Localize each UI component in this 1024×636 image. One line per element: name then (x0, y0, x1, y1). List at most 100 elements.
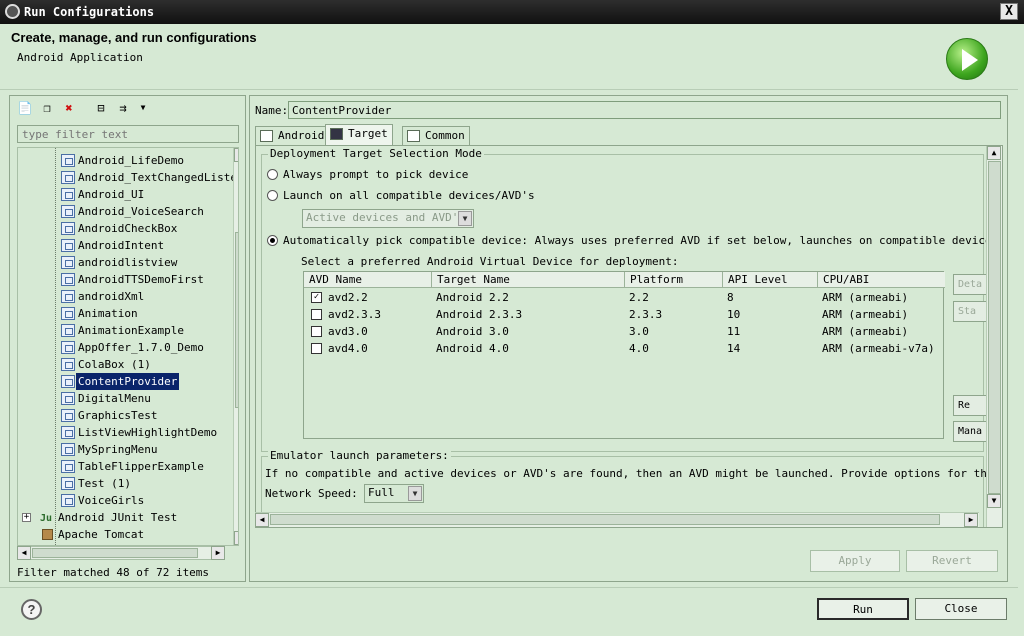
target-horizontal-scrollbar[interactable]: ◀ ▶ (255, 512, 979, 527)
tree-item[interactable]: Android_TextChangedListe (18, 169, 237, 186)
scroll-up-arrow-icon[interactable]: ▲ (234, 148, 238, 162)
scroll-right-arrow-icon[interactable]: ▶ (211, 546, 225, 560)
tree-item[interactable]: ContentProvider (18, 373, 228, 390)
tree-item[interactable]: ColaBox (1) (18, 356, 228, 373)
target-hscroll-thumb[interactable] (270, 514, 940, 525)
table-row[interactable]: ✓ avd2.2 Android 2.2 2.2 8 ARM (armeabi) (304, 289, 945, 306)
launch-config-icon (61, 392, 75, 405)
tree-item[interactable]: MySpringMenu (18, 441, 228, 458)
avd-checkbox[interactable] (311, 343, 322, 354)
tree-item[interactable]: Android_UI (18, 186, 228, 203)
table-row[interactable]: avd4.0 Android 4.0 4.0 14 ARM (armeabi-v7a) (304, 340, 945, 357)
tree-hscroll-thumb[interactable] (32, 548, 198, 558)
scroll-up-arrow-icon[interactable]: ▲ (987, 146, 1001, 160)
filter-icon[interactable]: ⇉ (114, 100, 132, 116)
column-platform[interactable]: Platform (625, 272, 723, 288)
scroll-down-arrow-icon[interactable]: ▼ (234, 531, 238, 545)
tree-horizontal-scrollbar[interactable]: ◀ ▶ (17, 546, 225, 560)
tree-item[interactable]: Android_LifeDemo (18, 152, 228, 169)
speed-chevron-down-icon[interactable]: ▼ (408, 486, 422, 501)
network-speed-combo[interactable]: Full ▼ (364, 484, 424, 503)
tab-common[interactable]: Common (402, 126, 470, 145)
tree-item[interactable]: androidXml (18, 288, 228, 305)
name-input[interactable] (288, 101, 1001, 119)
tree-item[interactable]: TableFlipperExample (18, 458, 228, 475)
tree-item[interactable]: AndroidCheckBox (18, 220, 228, 237)
tree-item-label: androidlistview (78, 256, 178, 269)
avd-checkbox[interactable] (311, 326, 322, 337)
window-close-button[interactable]: X (1000, 3, 1018, 20)
tree-item[interactable]: AndroidTTSDemoFirst (18, 271, 228, 288)
table-cell: 4.0 (629, 342, 649, 355)
revert-button[interactable]: Revert (906, 550, 998, 572)
avd-table: AVD Name Target Name Platform API Level … (303, 271, 945, 439)
launch-config-icon (61, 256, 75, 269)
tomcat-icon (42, 529, 53, 540)
table-cell: avd2.3.3 (328, 308, 381, 321)
apply-button[interactable]: Apply (810, 550, 900, 572)
refresh-button[interactable]: Re (953, 395, 987, 416)
duplicate-icon[interactable]: ❐ (38, 100, 56, 116)
tree-item[interactable]: ListViewHighlightDemo (18, 424, 228, 441)
filter-menu-chevron-down-icon[interactable]: ▼ (134, 100, 152, 116)
tree-item[interactable]: DigitalMenu (18, 390, 228, 407)
table-row[interactable]: avd3.0 Android 3.0 3.0 11 ARM (armeabi) (304, 323, 945, 340)
scroll-left-arrow-icon[interactable]: ◀ (255, 513, 269, 527)
table-cell: Android 2.3.3 (436, 308, 523, 321)
tree-item[interactable]: AnimationExample (18, 322, 228, 339)
help-icon[interactable]: ? (21, 599, 42, 620)
column-avd-name[interactable]: AVD Name (304, 272, 432, 288)
launch-config-icon (61, 460, 75, 473)
filter-input[interactable] (17, 125, 239, 143)
avd-checkbox[interactable] (311, 309, 322, 320)
start-button[interactable]: Sta (953, 301, 987, 322)
launch-config-icon (61, 273, 75, 286)
manager-button[interactable]: Mana (953, 421, 987, 442)
scroll-left-arrow-icon[interactable]: ◀ (17, 546, 31, 560)
launch-config-icon (61, 324, 75, 337)
expand-plus-icon[interactable]: + (22, 513, 31, 522)
name-label: Name: (255, 104, 289, 117)
run-play-icon (946, 38, 988, 80)
radio-auto-pick[interactable] (267, 235, 278, 246)
target-scroll-thumb[interactable] (988, 161, 1001, 494)
table-row[interactable]: avd2.3.3 Android 2.3.3 2.3.3 10 ARM (armeabi… (304, 306, 945, 323)
tree-item[interactable]: VoiceGirls (18, 492, 228, 509)
close-button[interactable]: Close (915, 598, 1007, 620)
launch-config-icon (61, 409, 75, 422)
tree-item-label: Android_LifeDemo (78, 154, 184, 167)
delete-icon[interactable]: ✖ (60, 100, 78, 116)
tree-item[interactable]: GraphicsTest (18, 407, 228, 424)
scroll-right-arrow-icon[interactable]: ▶ (964, 513, 978, 527)
tab-android[interactable]: Android (255, 126, 330, 145)
column-cpu-abi[interactable]: CPU/ABI (818, 272, 945, 288)
tree-item[interactable]: AndroidIntent (18, 237, 228, 254)
tree-item-label: Test (1) (78, 477, 131, 490)
tree-item[interactable]: Test (1) (18, 475, 228, 492)
table-cell: 14 (727, 342, 741, 355)
combo-chevron-down-icon[interactable]: ▼ (458, 211, 472, 226)
column-target-name[interactable]: Target Name (432, 272, 625, 288)
radio-always-prompt[interactable] (267, 169, 278, 180)
target-vertical-scrollbar[interactable]: ▲ ▼ (986, 146, 1002, 527)
launch-config-icon (61, 307, 75, 320)
radio-launch-all[interactable] (267, 190, 278, 201)
collapse-all-icon[interactable]: ⊟ (92, 100, 110, 116)
avd-checkbox[interactable]: ✓ (311, 292, 322, 303)
details-button[interactable]: Deta (953, 274, 987, 295)
window-title: Run Configurations (24, 5, 155, 19)
run-button[interactable]: Run (817, 598, 909, 620)
tree-item[interactable]: Animation (18, 305, 228, 322)
new-configuration-icon[interactable]: 📄 (16, 100, 34, 116)
target-tab-content: Deployment Target Selection Mode Always … (255, 145, 1003, 528)
junit-icon: Ju (40, 513, 53, 524)
scroll-down-arrow-icon[interactable]: ▼ (987, 494, 1001, 508)
active-devices-combo[interactable]: Active devices and AVD's ▼ (302, 209, 474, 228)
tree-item[interactable]: androidlistview (18, 254, 228, 271)
tree-item[interactable]: Android_VoiceSearch (18, 203, 228, 220)
tree-item[interactable]: AppOffer_1.7.0_Demo (18, 339, 228, 356)
tab-target[interactable]: Target (325, 124, 393, 146)
column-api-level[interactable]: API Level (723, 272, 818, 288)
tree-scroll-thumb[interactable] (235, 232, 238, 408)
tree-vertical-scrollbar[interactable]: ▲ ▼ (233, 148, 238, 545)
